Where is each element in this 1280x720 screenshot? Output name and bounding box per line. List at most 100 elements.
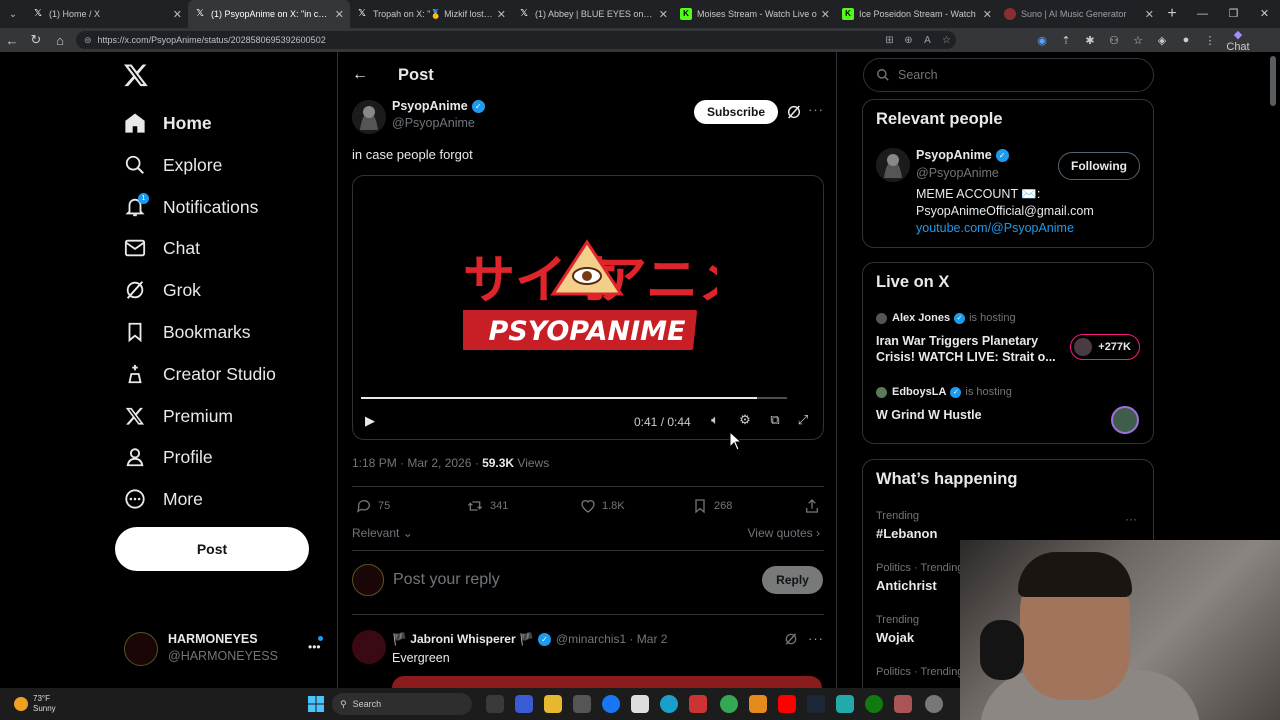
following-button[interactable]: Following xyxy=(1058,152,1140,180)
app-icon[interactable] xyxy=(689,695,707,713)
menu-dots-icon[interactable]: ⋮ xyxy=(1198,34,1222,47)
extension-icon[interactable]: ⇡ xyxy=(1054,34,1078,47)
more-dots-icon[interactable]: ··· xyxy=(808,102,824,117)
sidebar-item-grok[interactable]: Grok xyxy=(124,274,201,306)
sidebar-item-premium[interactable]: Premium xyxy=(124,400,233,432)
page-scrollbar[interactable] xyxy=(1270,56,1276,106)
reply-action[interactable]: 75 xyxy=(356,498,390,514)
grok-icon[interactable] xyxy=(784,632,798,646)
copilot-icon[interactable] xyxy=(515,695,533,713)
share-action[interactable] xyxy=(804,498,826,514)
live-host[interactable]: Alex Jones ✓ is hosting xyxy=(876,312,1016,324)
profile-avatar-icon[interactable]: ● xyxy=(1174,34,1198,46)
more-dots-icon[interactable]: ··· xyxy=(808,631,824,646)
play-icon[interactable]: ▶ xyxy=(365,413,375,429)
bookmarks-icon[interactable]: ☆ xyxy=(1126,34,1150,47)
translate-icon[interactable]: A xyxy=(918,35,937,46)
facebook-icon[interactable] xyxy=(602,695,620,713)
browser-tab[interactable]: K Ice Poseidon Stream - Watch ✕ xyxy=(836,0,998,28)
home-browser-icon[interactable]: ⌂ xyxy=(48,33,72,48)
live-title[interactable]: Iran War Triggers Planetary Crisis! WATC… xyxy=(876,333,1056,365)
edge-icon[interactable] xyxy=(660,695,678,713)
avatar[interactable] xyxy=(352,630,386,664)
browser-tab[interactable]: Suno | AI Music Generator ✕ xyxy=(998,0,1160,28)
install-icon[interactable]: ⊞ xyxy=(880,35,899,46)
settings-icon[interactable]: ⚙ xyxy=(736,412,754,430)
browser-tab[interactable]: 𝕏 (1) Home / X ✕ xyxy=(26,0,188,28)
sidebar-item-home[interactable]: Home xyxy=(124,107,212,139)
amazon-icon[interactable] xyxy=(631,695,649,713)
sidebar-item-more[interactable]: More xyxy=(124,483,203,515)
browser-tab[interactable]: K Moises Stream - Watch Live o ✕ xyxy=(674,0,836,28)
avatar[interactable] xyxy=(1111,406,1139,434)
avatar[interactable] xyxy=(352,100,386,134)
like-action[interactable]: 1.8K xyxy=(580,498,625,514)
author-handle[interactable]: @PsyopAnime xyxy=(392,116,475,130)
extension-icon[interactable]: ⚇ xyxy=(1102,34,1126,47)
browser-tab[interactable]: 𝕏Tropah on X: "🥇 Mizkif lost brain✕ xyxy=(350,0,512,28)
file-explorer-icon[interactable] xyxy=(544,695,562,713)
subscribe-button[interactable]: Subscribe xyxy=(694,100,778,124)
sidebar-item-profile[interactable]: Profile xyxy=(124,441,213,473)
taskbar-search[interactable]: ⚲ Search xyxy=(332,693,472,715)
reload-icon[interactable]: ↻ xyxy=(24,32,48,48)
fullscreen-icon[interactable]: ⤢ xyxy=(794,412,812,430)
close-window-icon[interactable]: ✕ xyxy=(1249,0,1280,28)
minimize-icon[interactable]: — xyxy=(1187,0,1218,28)
xbox-icon[interactable] xyxy=(865,695,883,713)
close-icon[interactable]: ✕ xyxy=(173,8,182,21)
reply-sort-dropdown[interactable]: Relevant ⌄ xyxy=(352,526,413,540)
chrome-icon[interactable] xyxy=(720,695,738,713)
obs-icon[interactable] xyxy=(925,695,943,713)
views-count[interactable]: 59.3K xyxy=(482,456,514,470)
task-view-icon[interactable] xyxy=(486,695,504,713)
browser-tab[interactable]: 𝕏(1) Abbey | BLUE EYES on X: "The✕ xyxy=(512,0,674,28)
sidebar-item-bookmarks[interactable]: Bookmarks xyxy=(124,316,251,348)
new-tab-button[interactable]: + xyxy=(1160,5,1184,23)
puzzle-icon[interactable]: ✱ xyxy=(1078,34,1102,47)
reply-author[interactable]: 🏴 Jabroni Whisperer 🏴 ✓ @minarchis1 · Mar … xyxy=(392,632,667,646)
extension-icon[interactable]: ◉ xyxy=(1030,34,1054,47)
search-input[interactable]: Search xyxy=(863,58,1154,92)
sidebar-item-notifications[interactable]: 1 Notifications xyxy=(124,191,258,223)
view-quotes-link[interactable]: View quotes › xyxy=(748,526,821,540)
trend-item[interactable]: Antichrist xyxy=(876,578,937,593)
close-icon[interactable]: ✕ xyxy=(497,8,506,21)
x-logo-icon[interactable] xyxy=(123,62,149,88)
avatar[interactable] xyxy=(876,148,910,182)
bio-link[interactable]: youtube.com/@PsyopAnime xyxy=(916,220,1146,237)
volume-icon[interactable]: 🔈︎ xyxy=(706,412,724,430)
reply-button[interactable]: Reply xyxy=(762,566,823,594)
url-input[interactable]: ⊜ https://x.com/PsyopAnime/status/202858… xyxy=(76,31,956,49)
weather-widget[interactable]: 73°F Sunny xyxy=(14,694,56,714)
sidebar-item-creator-studio[interactable]: Creator Studio xyxy=(124,358,276,390)
app-icon[interactable] xyxy=(836,695,854,713)
close-icon[interactable]: ✕ xyxy=(983,8,992,21)
more-dots-icon[interactable]: ••• xyxy=(308,640,321,654)
more-dots-icon[interactable]: ··· xyxy=(1125,512,1137,526)
youtube-icon[interactable] xyxy=(778,695,796,713)
vlc-icon[interactable] xyxy=(749,695,767,713)
author-name[interactable]: PsyopAnime ✓ xyxy=(392,99,485,113)
sidebar-item-explore[interactable]: Explore xyxy=(124,149,222,181)
app-icon[interactable] xyxy=(894,695,912,713)
listeners-badge[interactable]: +277K xyxy=(1070,334,1140,360)
post-button[interactable]: Post xyxy=(115,527,309,571)
tab-search-icon[interactable]: ⌄ xyxy=(0,0,26,28)
video-player[interactable]: サイオ アニメ PSYOPANIME ▶ 0:41 / 0:44 🔈︎ ⚙ ⧉ … xyxy=(352,175,824,440)
reply-input[interactable]: Post your reply xyxy=(393,571,500,589)
trend-item[interactable]: Wojak xyxy=(876,630,914,645)
store-icon[interactable] xyxy=(573,695,591,713)
bookmark-action[interactable]: 268 xyxy=(692,498,732,514)
close-icon[interactable]: ✕ xyxy=(1145,8,1154,21)
zoom-icon[interactable]: ⊕ xyxy=(899,35,918,46)
star-icon[interactable]: ☆ xyxy=(937,35,956,46)
back-arrow-icon[interactable]: ← xyxy=(352,66,368,84)
sidebar-item-chat[interactable]: Chat xyxy=(124,232,200,264)
trend-item[interactable]: #Lebanon xyxy=(876,526,937,541)
copilot-chat-button[interactable]: ◆ Chat xyxy=(1226,28,1250,53)
windows-start-icon[interactable] xyxy=(308,696,324,712)
shield-icon[interactable]: ◈ xyxy=(1150,34,1174,47)
site-info-icon[interactable]: ⊜ xyxy=(84,35,92,46)
repost-action[interactable]: 341 xyxy=(466,498,508,514)
